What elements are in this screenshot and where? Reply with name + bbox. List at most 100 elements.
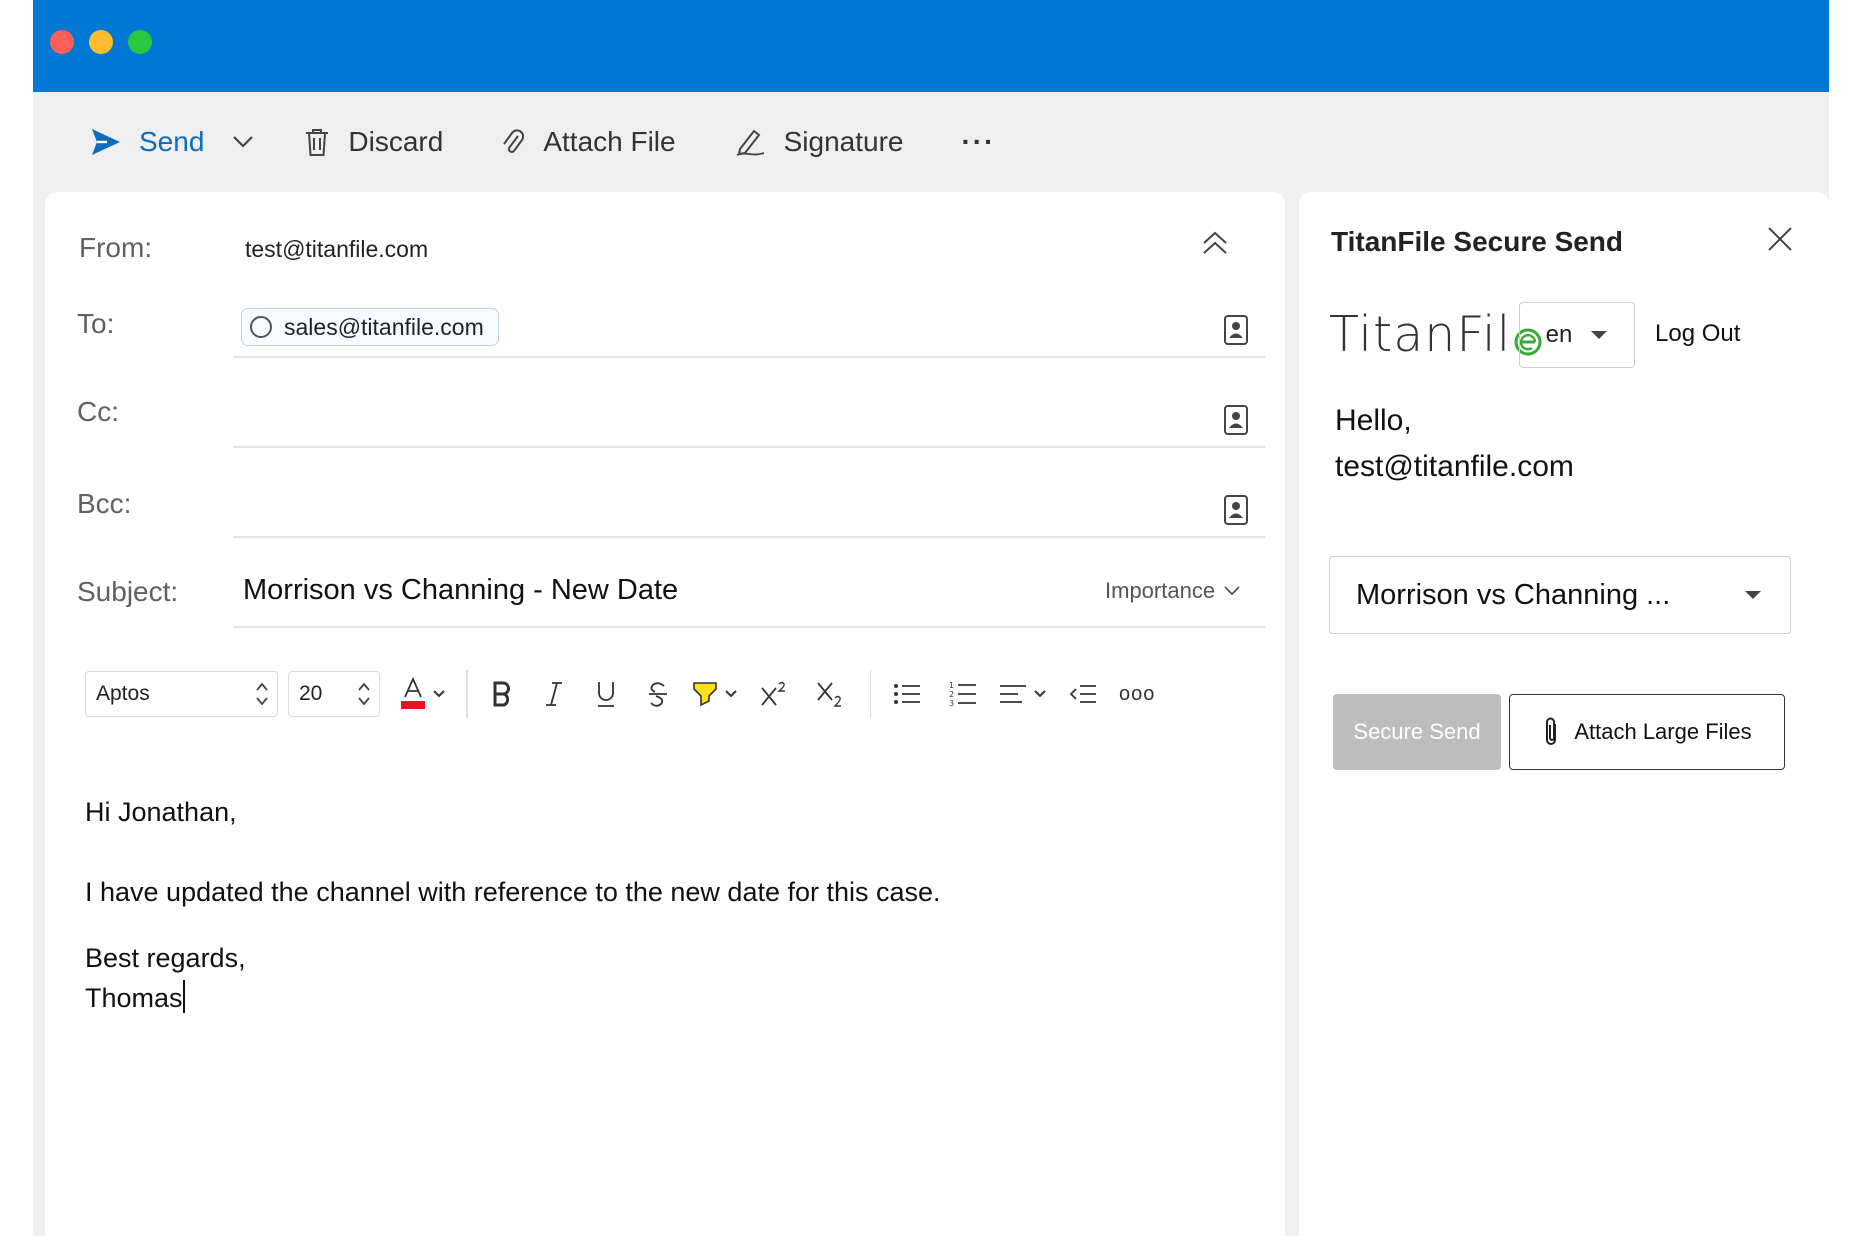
bullet-list-button[interactable] [887, 671, 927, 717]
collapse-header-button[interactable] [1201, 230, 1229, 261]
svg-text:3: 3 [949, 699, 954, 708]
greeting-email: test@titanfile.com [1335, 450, 1574, 483]
font-color-dropdown[interactable] [432, 671, 446, 717]
strikethrough-icon [648, 682, 667, 707]
importance-label: Importance [1105, 578, 1216, 603]
body-greeting: Hi Jonathan, [85, 797, 237, 827]
titanfile-logo: TitanFil [1329, 306, 1543, 363]
zoom-window-button[interactable] [128, 30, 152, 54]
send-button[interactable]: Send [91, 126, 204, 158]
font-color-icon [401, 677, 425, 709]
chevron-down-icon [433, 690, 445, 698]
highlighter-icon [692, 682, 717, 707]
send-options-dropdown[interactable] [232, 135, 254, 149]
align-button[interactable] [999, 671, 1027, 717]
title-bar [33, 0, 1829, 92]
bold-button[interactable] [484, 671, 520, 717]
subscript-button[interactable] [810, 671, 850, 717]
svg-text:2: 2 [949, 690, 954, 699]
stepper-updown-icon [358, 682, 370, 706]
to-address-book-button[interactable] [1223, 314, 1249, 351]
body-signature-line: Thomas [85, 978, 941, 1018]
stepper-updown-icon [256, 682, 268, 706]
recipient-status-icon [250, 316, 272, 338]
format-toolbar: Aptos 20 1 2 3 ooo [85, 670, 1171, 718]
align-dropdown[interactable] [1033, 671, 1047, 717]
caret-down-icon [1591, 331, 1608, 339]
bold-icon [493, 681, 510, 707]
log-out-link[interactable]: Log Out [1655, 320, 1740, 348]
more-format-button[interactable]: ooo [1119, 671, 1155, 717]
strikethrough-button[interactable] [640, 671, 676, 717]
close-icon [1768, 227, 1792, 251]
attach-file-label: Attach File [543, 126, 676, 157]
chevron-down-icon [724, 690, 737, 698]
align-left-icon [1000, 685, 1026, 703]
decrease-indent-icon [1069, 685, 1096, 703]
subject-label: Subject: [77, 576, 179, 607]
outlook-window: Send Discard Attach File Signature ··· F… [33, 0, 1829, 1236]
more-options-button[interactable]: ··· [961, 126, 995, 158]
cc-divider [233, 446, 1265, 448]
font-size-select[interactable]: 20 [288, 671, 380, 717]
from-label: From: [79, 232, 153, 263]
channel-select[interactable]: Morrison vs Channing ... [1329, 556, 1791, 634]
attach-large-files-button[interactable]: Attach Large Files [1509, 694, 1785, 770]
subject-divider [233, 626, 1265, 628]
greeting-block: Hello, test@titanfile.com [1335, 398, 1574, 490]
close-window-button[interactable] [50, 30, 74, 54]
address-book-icon [1224, 315, 1248, 345]
address-book-icon [1224, 495, 1248, 525]
cc-label: Cc: [77, 396, 119, 427]
double-chevron-up-icon [1203, 231, 1227, 254]
to-recipient-address: sales@titanfile.com [284, 313, 484, 340]
discard-label: Discard [348, 126, 444, 157]
side-panel-close-button[interactable] [1767, 226, 1793, 257]
language-select[interactable]: en [1519, 302, 1635, 368]
minimize-window-button[interactable] [89, 30, 113, 54]
channel-value: Morrison vs Channing ... [1356, 578, 1671, 611]
text-caret [182, 980, 185, 1013]
decrease-indent-button[interactable] [1063, 671, 1103, 717]
signature-button[interactable]: Signature [734, 126, 904, 158]
greeting-hello: Hello, [1335, 404, 1412, 437]
chevron-down-icon [1224, 586, 1240, 596]
superscript-icon [760, 681, 785, 706]
svg-text:1: 1 [949, 681, 954, 690]
font-color-button[interactable] [400, 671, 426, 717]
paperclip-icon [1546, 717, 1557, 745]
highlight-button[interactable] [692, 671, 718, 717]
bcc-divider [233, 536, 1265, 538]
subject-input[interactable]: Morrison vs Channing - New Date [243, 574, 678, 607]
chevron-down-icon [233, 136, 254, 148]
attach-file-button[interactable]: Attach File [501, 126, 676, 158]
compose-pane: From: test@titanfile.com To: sales@titan… [45, 192, 1285, 1236]
discard-button[interactable]: Discard [304, 126, 443, 158]
signature-label: Signature [783, 126, 904, 157]
font-size-value: 20 [299, 682, 323, 705]
italic-button[interactable] [536, 671, 572, 717]
highlight-dropdown[interactable] [724, 671, 738, 717]
address-book-icon [1224, 405, 1248, 435]
underline-icon [597, 682, 614, 707]
titanfile-side-panel: TitanFile Secure Send TitanFil en Log Ou… [1299, 192, 1829, 1236]
italic-icon [545, 682, 562, 706]
bcc-address-book-button[interactable] [1223, 494, 1249, 531]
subscript-icon [816, 682, 841, 707]
font-family-select[interactable]: Aptos [85, 671, 278, 717]
secure-send-button[interactable]: Secure Send [1333, 694, 1501, 770]
from-field[interactable]: test@titanfile.com [245, 236, 428, 263]
body-paragraph: I have updated the channel with referenc… [85, 877, 941, 907]
message-body[interactable]: Hi Jonathan, I have updated the channel … [85, 792, 941, 1018]
numbered-list-button[interactable]: 1 2 3 [943, 671, 983, 717]
superscript-button[interactable] [754, 671, 794, 717]
side-panel-title: TitanFile Secure Send [1331, 226, 1624, 257]
to-recipient-chip[interactable]: sales@titanfile.com [241, 308, 499, 346]
toolbar-separator [869, 670, 871, 718]
compose-toolbar: Send Discard Attach File Signature ··· [33, 92, 1829, 192]
underline-button[interactable] [588, 671, 624, 717]
cc-address-book-button[interactable] [1223, 404, 1249, 441]
body-signature-name: Thomas [85, 983, 183, 1013]
bullet-list-icon [894, 684, 920, 704]
importance-dropdown[interactable]: Importance [1105, 578, 1241, 604]
